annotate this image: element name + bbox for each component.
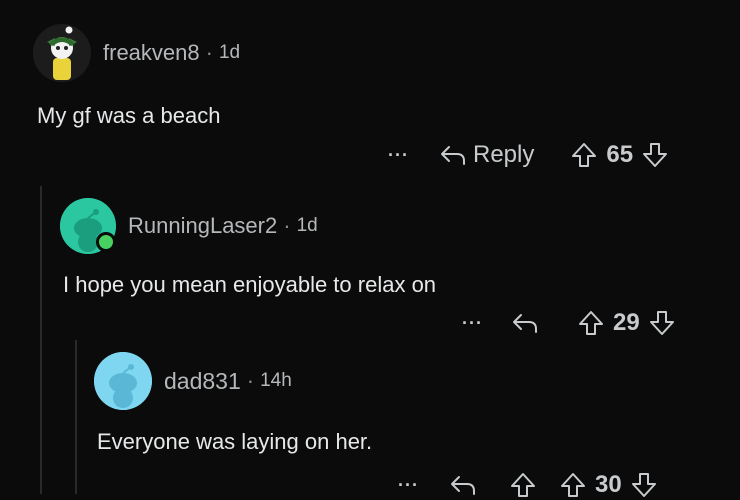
comment-actions: ··· 29: [462, 308, 676, 338]
more-options-button[interactable]: ···: [462, 313, 483, 334]
username[interactable]: freakven8: [103, 40, 200, 66]
user-avatar[interactable]: [94, 352, 152, 410]
award-button[interactable]: [509, 471, 537, 499]
comment-age: 1d: [296, 215, 318, 236]
separator-dot: ·: [283, 213, 291, 238]
snoo-avatar-icon: [33, 24, 91, 82]
reply-button[interactable]: [511, 312, 539, 334]
username[interactable]: dad831: [164, 368, 241, 395]
reply-button[interactable]: [449, 474, 477, 496]
comment-body: I hope you mean enjoyable to relax on: [63, 272, 437, 297]
vote-score: 29: [612, 309, 640, 336]
comment-header: freakven8 · 1d: [33, 24, 240, 82]
vote-controls: 29: [577, 309, 676, 337]
upvote-icon[interactable]: [559, 471, 587, 499]
upvote-icon[interactable]: [577, 309, 605, 337]
reply-button[interactable]: Reply: [439, 141, 534, 169]
separator-dot: ·: [246, 368, 255, 393]
comment-age: 14h: [260, 370, 292, 391]
reply-arrow-icon: [440, 146, 465, 165]
comment-actions: ··· Reply 65: [388, 140, 669, 170]
downvote-icon[interactable]: [648, 309, 676, 337]
comment-freakven8: freakven8 · 1d My gf was a beach ··· Rep…: [0, 0, 740, 180]
online-status-icon: [96, 232, 116, 252]
downvote-icon[interactable]: [641, 141, 669, 169]
vote-score: 30: [594, 471, 622, 498]
comment-runninglaser2: RunningLaser2 · 1d I hope you mean enjoy…: [0, 180, 740, 340]
comment-age: 1d: [218, 42, 241, 63]
separator-dot: ·: [205, 40, 213, 65]
comment-dad831: dad831 · 14h Everyone was laying on her.…: [0, 340, 740, 498]
username[interactable]: RunningLaser2: [128, 213, 277, 239]
vote-controls: 30: [559, 471, 658, 499]
more-options-button[interactable]: ···: [388, 145, 409, 166]
share-icon: [510, 473, 535, 497]
comment-header: dad831 · 14h: [94, 352, 292, 410]
reply-label: Reply: [472, 141, 535, 168]
reply-arrow-icon: [512, 314, 537, 333]
user-avatar[interactable]: [33, 24, 91, 82]
more-options-button[interactable]: ···: [398, 475, 419, 496]
reply-arrow-icon: [450, 476, 475, 495]
comment-body: Everyone was laying on her.: [97, 429, 373, 454]
snoo-avatar-icon: [94, 352, 152, 410]
comment-actions: ··· 30: [398, 470, 658, 500]
downvote-icon[interactable]: [630, 471, 658, 499]
user-avatar[interactable]: [60, 198, 116, 254]
vote-score: 65: [606, 141, 634, 168]
upvote-icon[interactable]: [570, 141, 598, 169]
vote-controls: 65: [570, 141, 669, 169]
comment-header: RunningLaser2 · 1d: [60, 198, 318, 254]
comment-body: My gf was a beach: [37, 103, 221, 128]
